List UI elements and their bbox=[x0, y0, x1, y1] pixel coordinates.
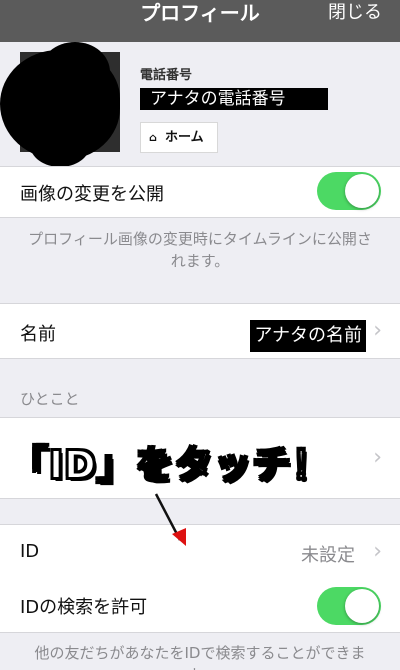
home-button[interactable]: ⌂ ホーム bbox=[140, 122, 218, 153]
avatar-redaction bbox=[40, 42, 110, 102]
chevron-right-icon: › bbox=[373, 539, 382, 564]
home-label: ホーム bbox=[165, 130, 204, 145]
phone-label: 電話番号 bbox=[140, 68, 193, 83]
id-search-toggle[interactable] bbox=[317, 587, 381, 625]
hitokoto-header: ひとこと bbox=[20, 390, 80, 408]
phone-value: アナタの電話番号 bbox=[140, 88, 328, 110]
home-icon: ⌂ bbox=[149, 131, 157, 144]
avatar-redaction bbox=[30, 122, 90, 167]
id-search-row: IDの検索を許可 bbox=[0, 579, 400, 633]
chevron-right-icon: › bbox=[373, 318, 382, 343]
name-row[interactable]: 名前 アナタの名前 › bbox=[0, 303, 400, 359]
name-label: 名前 bbox=[20, 324, 56, 345]
id-search-label: IDの検索を許可 bbox=[20, 597, 148, 618]
publish-image-row: 画像の変更を公開 bbox=[0, 166, 400, 218]
id-search-note: 他の友だちがあなたをIDで検索することができます。 bbox=[34, 644, 366, 670]
publish-image-label: 画像の変更を公開 bbox=[20, 184, 164, 205]
publish-image-toggle[interactable] bbox=[317, 172, 381, 210]
navigation-bar: プロフィール 閉じる bbox=[0, 0, 400, 42]
annotation-text: 「ID」をタッチ！ bbox=[9, 442, 331, 488]
arrow-down-icon bbox=[154, 493, 186, 546]
id-label: ID bbox=[20, 541, 40, 562]
name-value: アナタの名前 bbox=[250, 320, 366, 352]
close-button[interactable]: 閉じる bbox=[328, 0, 382, 26]
chevron-right-icon: › bbox=[373, 445, 382, 470]
profile-header: 電話番号 アナタの電話番号 ⌂ ホーム bbox=[0, 42, 400, 167]
id-row[interactable]: ID 未設定 › bbox=[0, 524, 400, 580]
publish-image-note: プロフィール画像の変更時にタイムラインに公開されます。 bbox=[28, 230, 372, 270]
toggle-knob bbox=[345, 589, 379, 623]
id-value: 未設定 bbox=[301, 545, 355, 566]
toggle-knob bbox=[345, 174, 379, 208]
